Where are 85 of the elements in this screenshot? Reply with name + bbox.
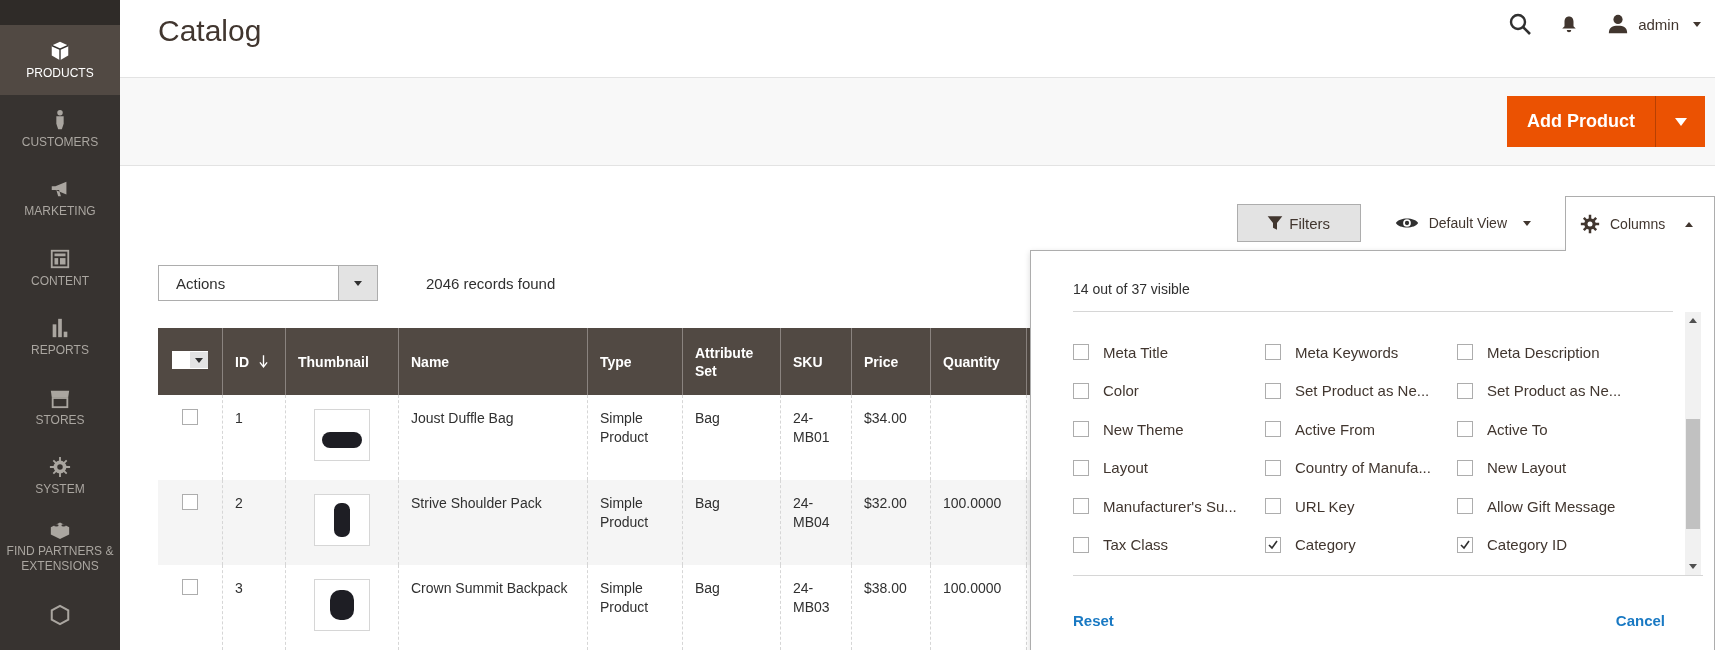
table-cell: 1: [235, 410, 243, 426]
product-thumbnail: [314, 494, 370, 546]
sidebar-item[interactable]: CONTENT: [0, 233, 120, 304]
table-cell: 24-MB01: [793, 410, 830, 445]
column-option[interactable]: Meta Title: [1073, 333, 1265, 372]
column-header[interactable]: Quantity: [930, 328, 1027, 395]
visible-count: 14 out of 37 visible: [1073, 281, 1673, 312]
table-cell: Simple Product: [600, 495, 649, 530]
column-option[interactable]: Layout: [1073, 448, 1265, 487]
table-cell: Bag: [695, 495, 720, 511]
column-option[interactable]: Tax Class: [1073, 525, 1265, 564]
sidebar-item[interactable]: MARKETING: [0, 164, 120, 234]
add-options-button[interactable]: [1655, 96, 1705, 147]
column-option[interactable]: Color: [1073, 371, 1265, 410]
column-option[interactable]: Manufacturer's Su...: [1073, 487, 1265, 526]
sidebar-item[interactable]: STORES: [0, 372, 120, 442]
product-thumbnail: [314, 409, 370, 461]
mass-select-checkbox[interactable]: [172, 351, 208, 369]
columns-dropdown[interactable]: Columns: [1565, 196, 1715, 251]
view-dropdown[interactable]: Default View: [1394, 215, 1531, 231]
column-option[interactable]: Set Product as Ne...: [1457, 371, 1677, 410]
table-cell: $38.00: [864, 580, 907, 596]
gear-icon: [1580, 214, 1600, 234]
column-option[interactable]: URL Key: [1265, 487, 1457, 526]
column-option[interactable]: Meta Keywords: [1265, 333, 1457, 372]
row-checkbox[interactable]: [182, 494, 198, 510]
sidebar-item[interactable]: PRODUCTS: [0, 25, 120, 95]
row-checkbox[interactable]: [182, 579, 198, 595]
column-option[interactable]: Category: [1265, 525, 1457, 564]
column-option[interactable]: Active To: [1457, 410, 1677, 449]
column-option[interactable]: New Layout: [1457, 448, 1677, 487]
column-header[interactable]: ID: [222, 328, 286, 395]
actions-select[interactable]: Actions: [158, 265, 378, 301]
table-cell: 100.0000: [943, 495, 1002, 511]
sidebar-item[interactable]: FIND PARTNERS & EXTENSIONS: [0, 511, 120, 581]
table-cell: Simple Product: [600, 580, 649, 615]
column-option[interactable]: Active From: [1265, 410, 1457, 449]
column-option[interactable]: Allow Gift Message: [1457, 487, 1677, 526]
table-cell: 2: [235, 495, 243, 511]
column-header[interactable]: SKU: [780, 328, 852, 395]
table-cell: Joust Duffle Bag: [411, 410, 514, 426]
box-icon: [49, 39, 71, 62]
layout-icon: [49, 247, 71, 270]
table-cell: Crown Summit Backpack: [411, 580, 568, 596]
column-header[interactable]: Attribute Set: [682, 328, 781, 395]
column-option[interactable]: Country of Manufa...: [1265, 448, 1457, 487]
cancel-link[interactable]: Cancel: [1615, 612, 1665, 629]
column-header[interactable]: Price: [851, 328, 931, 395]
column-header[interactable]: Name: [398, 328, 588, 395]
bell-icon[interactable]: [1560, 14, 1579, 34]
search-icon[interactable]: [1508, 12, 1533, 36]
column-header[interactable]: Thumbnail: [285, 328, 399, 395]
sidebar-item[interactable]: CUSTOMERS: [0, 94, 120, 165]
table-cell: Simple Product: [600, 410, 649, 445]
records-count: 2046 records found: [426, 274, 556, 292]
table-cell: 3: [235, 580, 243, 596]
filters-button[interactable]: Filters: [1236, 204, 1361, 242]
table-cell: Bag: [695, 580, 720, 596]
column-option[interactable]: New Theme: [1073, 410, 1265, 449]
table-cell: 100.0000: [943, 580, 1002, 596]
hexagon-icon: [49, 604, 71, 627]
table-cell: 24-MB04: [793, 495, 830, 530]
product-thumbnail: [314, 579, 370, 631]
scrollbar[interactable]: [1685, 312, 1701, 575]
gear-icon: [49, 456, 71, 479]
table-cell: $34.00: [864, 410, 907, 426]
column-option[interactable]: Set Product as Ne...: [1265, 371, 1457, 410]
add-product-button[interactable]: Add Product: [1507, 96, 1655, 147]
page-title: Catalog: [158, 14, 262, 48]
table-cell: 24-MB03: [793, 580, 830, 615]
sidebar-item[interactable]: REPORTS: [0, 303, 120, 373]
column-option[interactable]: Meta Description: [1457, 333, 1677, 372]
reset-link[interactable]: Reset: [1073, 612, 1114, 629]
filter-icon: [1267, 215, 1284, 231]
table-cell: Bag: [695, 410, 720, 426]
sidebar-item[interactable]: SYSTEM: [0, 441, 120, 512]
row-checkbox[interactable]: [182, 409, 198, 425]
table-cell: $32.00: [864, 495, 907, 511]
check-icon: [1267, 538, 1279, 551]
check-icon: [1459, 538, 1471, 551]
column-header[interactable]: Type: [587, 328, 683, 395]
user-menu[interactable]: admin: [1606, 13, 1701, 35]
table-cell: Strive Shoulder Pack: [411, 495, 542, 511]
column-option[interactable]: Category ID: [1457, 525, 1677, 564]
sidebar-item[interactable]: [0, 0, 120, 26]
